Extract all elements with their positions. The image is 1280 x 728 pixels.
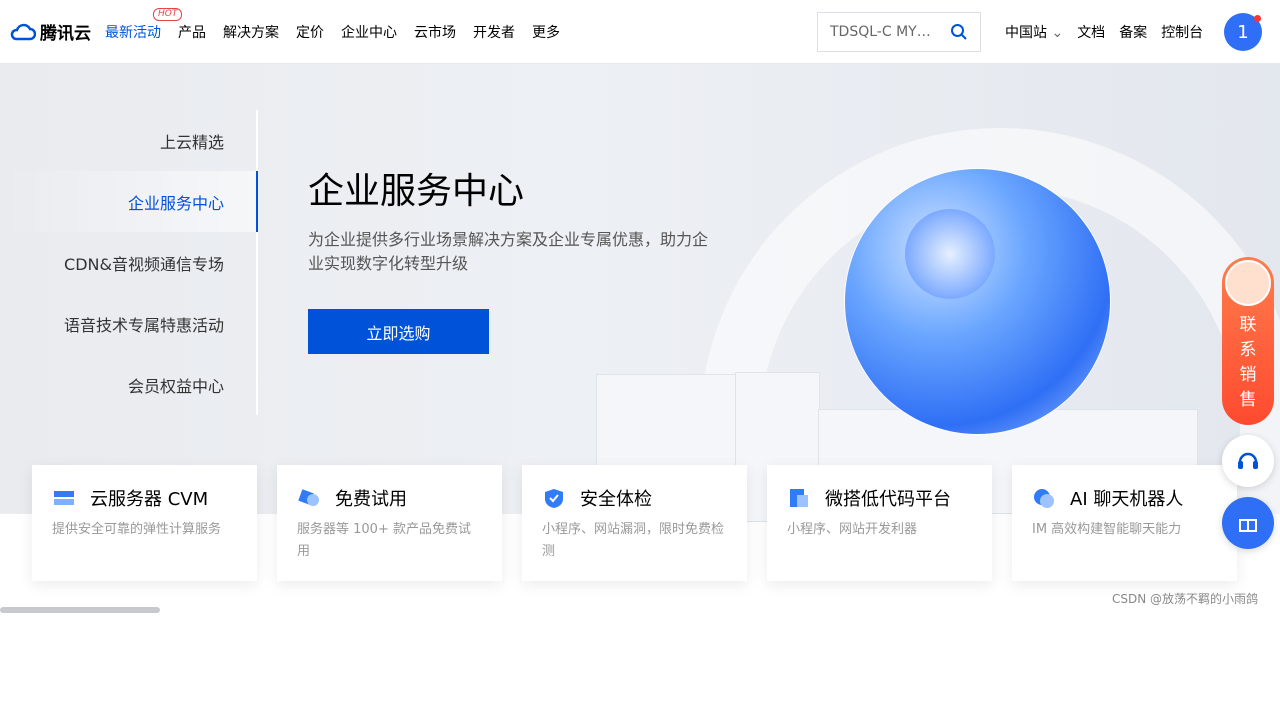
cloud-logo-icon <box>10 23 36 40</box>
lowcode-icon <box>790 489 808 507</box>
side-item[interactable]: 上云精选 <box>0 110 258 171</box>
avatar[interactable]: 1 <box>1224 13 1262 51</box>
chat-icon <box>1034 489 1054 508</box>
nav-console[interactable]: 控制台 <box>1161 22 1203 42</box>
brand-name: 腾讯云 <box>40 24 91 44</box>
nav-solutions[interactable]: 解决方案 <box>223 22 279 42</box>
main-menu: HOT 最新活动 产品 解决方案 定价 企业中心 云市场 开发者 更多 <box>105 7 577 42</box>
card-desc: 小程序、网站开发利器 <box>787 522 918 537</box>
search-icon[interactable] <box>950 23 968 41</box>
card-ai-chatbot[interactable]: AI 聊天机器人 IM 高效构建智能聊天能力 <box>1012 465 1237 581</box>
support-button[interactable] <box>1222 435 1274 487</box>
card-title: 安全体检 <box>580 489 652 510</box>
nav-right: 中国站 ⌄ 文档 备案 控制台 <box>1005 22 1217 42</box>
chevron-down-icon: ⌄ <box>1051 25 1064 41</box>
nav-enterprise[interactable]: 企业中心 <box>341 22 397 42</box>
server-icon <box>54 491 74 505</box>
search-input[interactable]: TDSQL-C MY… <box>817 12 981 52</box>
horizontal-scrollbar[interactable] <box>0 607 160 613</box>
card-desc: 小程序、网站漏洞，限时免费检测 <box>542 522 725 559</box>
sales-avatar <box>1225 260 1271 306</box>
nav-filing[interactable]: 备案 <box>1119 22 1147 42</box>
region-select[interactable]: 中国站 ⌄ <box>1005 22 1063 42</box>
side-menu: 上云精选 企业服务中心 CDN&音视频通信专场 语音技术专属特惠活动 会员权益中… <box>0 110 258 415</box>
hero-title: 企业服务中心 <box>308 171 525 212</box>
card-title: 微搭低代码平台 <box>825 489 951 510</box>
headset-icon <box>1238 452 1258 469</box>
nav-more[interactable]: 更多 <box>532 22 560 42</box>
nav-latest[interactable]: HOT 最新活动 <box>105 7 183 42</box>
card-free-trial[interactable]: 免费试用服务器等 100+ 款产品免费试用 <box>277 465 502 581</box>
card-title: AI 聊天机器人 <box>1070 489 1184 510</box>
nav-docs[interactable]: 文档 <box>1077 22 1105 42</box>
search-placeholder: TDSQL-C MY… <box>830 24 931 40</box>
card-desc: 服务器等 100+ 款产品免费试用 <box>297 522 471 559</box>
side-item[interactable]: 会员权益中心 <box>0 354 258 415</box>
nav-products[interactable]: 产品 <box>178 22 206 42</box>
nav-market[interactable]: 云市场 <box>414 22 456 42</box>
contact-sales-label: 联系销售 <box>1239 315 1257 410</box>
card-title: 免费试用 <box>335 489 407 510</box>
feature-cards: 云服务器 CVM 提供安全可靠的弹性计算服务 免费试用服务器等 100+ 款产品免… <box>32 465 1257 581</box>
nav-pricing[interactable]: 定价 <box>296 22 324 42</box>
trial-icon <box>298 489 319 506</box>
buy-now-button[interactable]: 立即选购 <box>308 309 489 354</box>
nav-developer[interactable]: 开发者 <box>473 22 515 42</box>
gift-icon <box>1239 519 1257 532</box>
side-item[interactable]: 语音技术专属特惠活动 <box>0 293 258 354</box>
side-item[interactable]: CDN&音视频通信专场 <box>0 232 258 293</box>
side-item-active[interactable]: 企业服务中心 <box>0 171 258 232</box>
hero-orb-illustration <box>845 169 1110 434</box>
card-cvm[interactable]: 云服务器 CVM 提供安全可靠的弹性计算服务 <box>32 465 257 581</box>
card-desc: 提供安全可靠的弹性计算服务 <box>52 522 222 537</box>
card-lowcode[interactable]: 微搭低代码平台小程序、网站开发利器 <box>767 465 992 581</box>
shield-icon <box>545 489 563 508</box>
top-nav: 腾讯云 HOT 最新活动 产品 解决方案 定价 企业中心 云市场 开发者 更多 T… <box>0 0 1280 64</box>
hero-description: 为企业提供多行业场景解决方案及企业专属优惠，助力企业实现数字化转型升级 <box>308 230 709 273</box>
watermark: CSDN @放荡不羁的小雨鸽 <box>1112 592 1259 606</box>
card-desc: IM 高效构建智能聊天能力 <box>1032 522 1182 537</box>
logo[interactable]: 腾讯云 <box>10 19 91 44</box>
hot-badge: HOT <box>153 7 183 21</box>
card-title: 云服务器 CVM <box>90 489 209 510</box>
card-security-check[interactable]: 安全体检小程序、网站漏洞，限时免费检测 <box>522 465 747 581</box>
gift-button[interactable] <box>1222 497 1274 549</box>
